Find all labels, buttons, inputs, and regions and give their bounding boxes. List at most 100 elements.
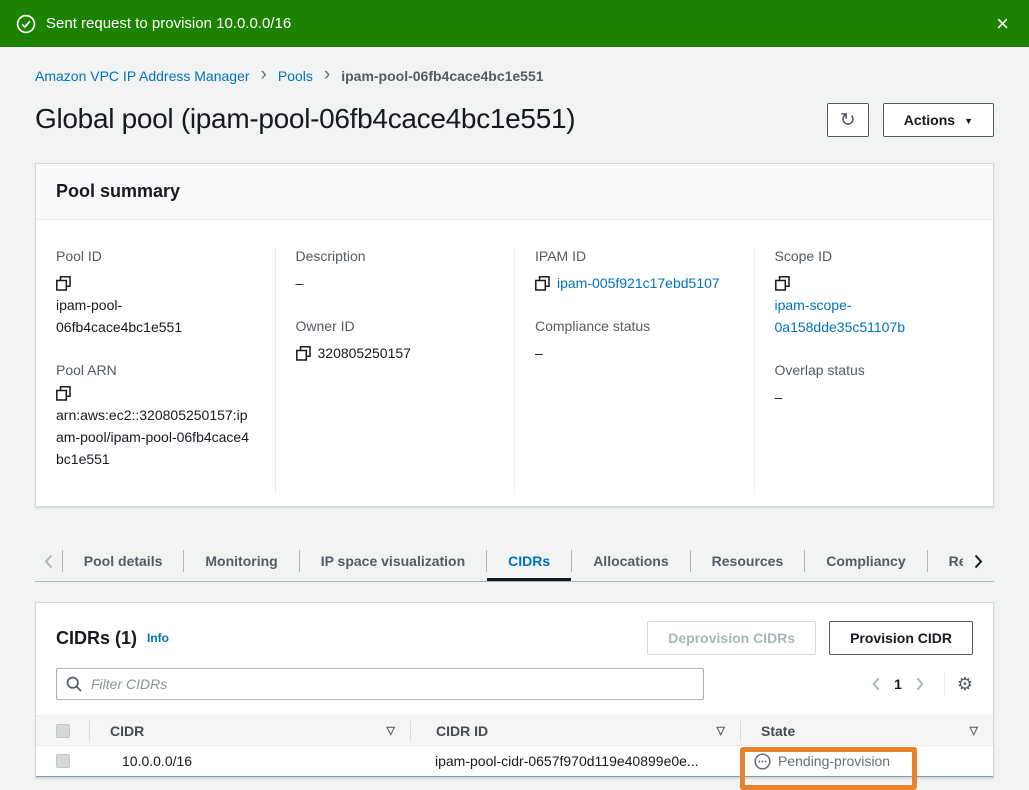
cidrs-panel: CIDRs (1) Info Deprovision CIDRs Provisi… <box>35 602 994 778</box>
summary-column-2: Description – Owner ID 320805250157 <box>275 248 515 494</box>
cidrs-title: CIDRs (1) <box>56 628 137 649</box>
sort-icon[interactable]: ▽ <box>387 724 395 737</box>
description-value: – <box>296 272 495 294</box>
ipam-id-link[interactable]: ipam-005f921c17ebd5107 <box>557 275 720 291</box>
compliance-status-value: – <box>535 342 734 364</box>
pool-summary-title: Pool summary <box>56 181 973 202</box>
summary-column-3: IPAM ID ipam-005f921c17ebd5107 Complianc… <box>514 248 754 494</box>
success-banner: Sent request to provision 10.0.0.0/16 × <box>0 0 1029 47</box>
field-label: IPAM ID <box>535 248 734 264</box>
breadcrumb-separator-icon: › <box>324 68 330 82</box>
cell-cidr-id: ipam-pool-cidr-0657f970d119e40899e0e... <box>435 753 699 769</box>
field-label: Pool ID <box>56 248 255 264</box>
breadcrumb-link-ipam[interactable]: Amazon VPC IP Address Manager <box>35 68 250 84</box>
tab-cidrs[interactable]: CIDRs <box>487 541 571 581</box>
field-compliance-status: Compliance status – <box>535 318 734 364</box>
column-header-cidr[interactable]: CIDR <box>110 723 144 739</box>
copy-icon[interactable] <box>535 276 550 291</box>
tab-bar: Pool details Monitoring IP space visuali… <box>35 541 994 582</box>
caret-down-icon: ▼ <box>964 116 973 126</box>
tab-label: Resources <box>712 553 784 569</box>
field-scope-id: Scope ID ipam-scope-0a158dde35c51107b <box>775 248 974 338</box>
pending-icon <box>754 753 771 770</box>
breadcrumb-current: ipam-pool-06fb4cace4bc1e551 <box>341 68 543 84</box>
field-label: Pool ARN <box>56 362 255 378</box>
copy-icon[interactable] <box>56 386 248 401</box>
refresh-button[interactable]: ↻ <box>827 103 869 137</box>
previous-page-button[interactable] <box>866 677 886 691</box>
chevron-left-icon <box>872 677 880 691</box>
chevron-right-icon <box>974 554 983 569</box>
deprovision-cidrs-button[interactable]: Deprovision CIDRs <box>647 621 816 655</box>
state-badge: Pending-provision <box>778 753 890 769</box>
tab-compliancy[interactable]: Compliancy <box>805 541 926 581</box>
pool-summary-header: Pool summary <box>36 164 993 220</box>
copy-icon[interactable] <box>296 346 311 361</box>
sort-icon[interactable]: ▽ <box>970 724 978 737</box>
row-checkbox[interactable] <box>56 754 70 768</box>
tab-resource-truncated[interactable]: Reso <box>928 541 964 581</box>
close-icon[interactable]: × <box>992 13 1013 35</box>
table-header: CIDR ▽ CIDR ID ▽ State ▽ <box>36 715 993 746</box>
field-pool-id: Pool ID ipam-pool-06fb4cace4bc1e551 <box>56 248 255 338</box>
cell-cidr: 10.0.0.0/16 <box>122 753 192 769</box>
copy-icon[interactable] <box>775 276 790 291</box>
page-title: Global pool (ipam-pool-06fb4cace4bc1e551… <box>35 103 575 135</box>
tab-label: Monitoring <box>205 553 277 569</box>
tabs-scroll-right-button[interactable] <box>963 541 994 581</box>
check-circle-icon <box>16 14 36 34</box>
select-all-checkbox[interactable] <box>56 724 70 738</box>
summary-column-4: Scope ID ipam-scope-0a158dde35c51107b Ov… <box>754 248 994 494</box>
overlap-status-value: – <box>775 386 974 408</box>
refresh-icon: ↻ <box>840 109 856 132</box>
tab-label: Reso <box>949 553 964 569</box>
current-page[interactable]: 1 <box>894 676 902 692</box>
tab-label: CIDRs <box>508 553 550 569</box>
tab-ip-space-visualization[interactable]: IP space visualization <box>300 541 486 581</box>
pool-summary-card: Pool summary Pool ID ipam-pool-06fb4cace… <box>35 163 994 507</box>
tab-label: IP space visualization <box>321 553 465 569</box>
info-link[interactable]: Info <box>147 631 169 645</box>
preferences-gear-icon[interactable]: ⚙ <box>957 674 973 695</box>
field-label: Description <box>296 248 495 264</box>
actions-button-label: Actions <box>904 112 955 128</box>
tabs-scroll-left-button[interactable] <box>35 541 62 581</box>
field-description: Description – <box>296 248 495 294</box>
breadcrumb-separator-icon: › <box>261 68 267 82</box>
copy-icon[interactable] <box>56 276 71 291</box>
column-header-state[interactable]: State <box>761 723 795 739</box>
filter-input-box <box>56 668 704 700</box>
table-row: 10.0.0.0/16 ipam-pool-cidr-0657f970d119e… <box>36 746 993 777</box>
tab-label: Pool details <box>84 553 163 569</box>
field-pool-arn: Pool ARN arn:aws:ec2::320805250157:ipam-… <box>56 362 255 470</box>
provision-cidr-button[interactable]: Provision CIDR <box>829 621 973 655</box>
owner-id-value: 320805250157 <box>318 345 411 361</box>
pagination: 1 ⚙ <box>866 671 973 697</box>
tab-monitoring[interactable]: Monitoring <box>184 541 298 581</box>
chevron-left-icon <box>44 554 53 569</box>
pool-arn-value: arn:aws:ec2::320805250157:ipam-pool/ipam… <box>56 407 249 467</box>
field-overlap-status: Overlap status – <box>775 362 974 408</box>
tab-pool-details[interactable]: Pool details <box>63 541 184 581</box>
tab-allocations[interactable]: Allocations <box>572 541 689 581</box>
tab-resources[interactable]: Resources <box>691 541 805 581</box>
field-label: Compliance status <box>535 318 734 334</box>
actions-button[interactable]: Actions ▼ <box>883 103 994 137</box>
chevron-right-icon <box>916 677 924 691</box>
breadcrumb-link-pools[interactable]: Pools <box>278 68 313 84</box>
sort-icon[interactable]: ▽ <box>717 724 725 737</box>
cell-state: Pending-provision <box>739 753 993 770</box>
scope-id-link[interactable]: ipam-scope-0a158dde35c51107b <box>775 294 960 338</box>
field-owner-id: Owner ID 320805250157 <box>296 318 495 364</box>
tab-label: Compliancy <box>826 553 905 569</box>
summary-column-1: Pool ID ipam-pool-06fb4cace4bc1e551 Pool… <box>36 248 275 494</box>
banner-message: Sent request to provision 10.0.0.0/16 <box>46 15 291 32</box>
field-label: Owner ID <box>296 318 495 334</box>
filter-cidrs-input[interactable] <box>89 675 694 693</box>
tab-label: Allocations <box>593 553 668 569</box>
field-label: Scope ID <box>775 248 974 264</box>
column-header-cidr-id[interactable]: CIDR ID <box>436 723 488 739</box>
field-ipam-id: IPAM ID ipam-005f921c17ebd5107 <box>535 248 734 294</box>
next-page-button[interactable] <box>910 677 930 691</box>
search-icon <box>66 676 82 692</box>
